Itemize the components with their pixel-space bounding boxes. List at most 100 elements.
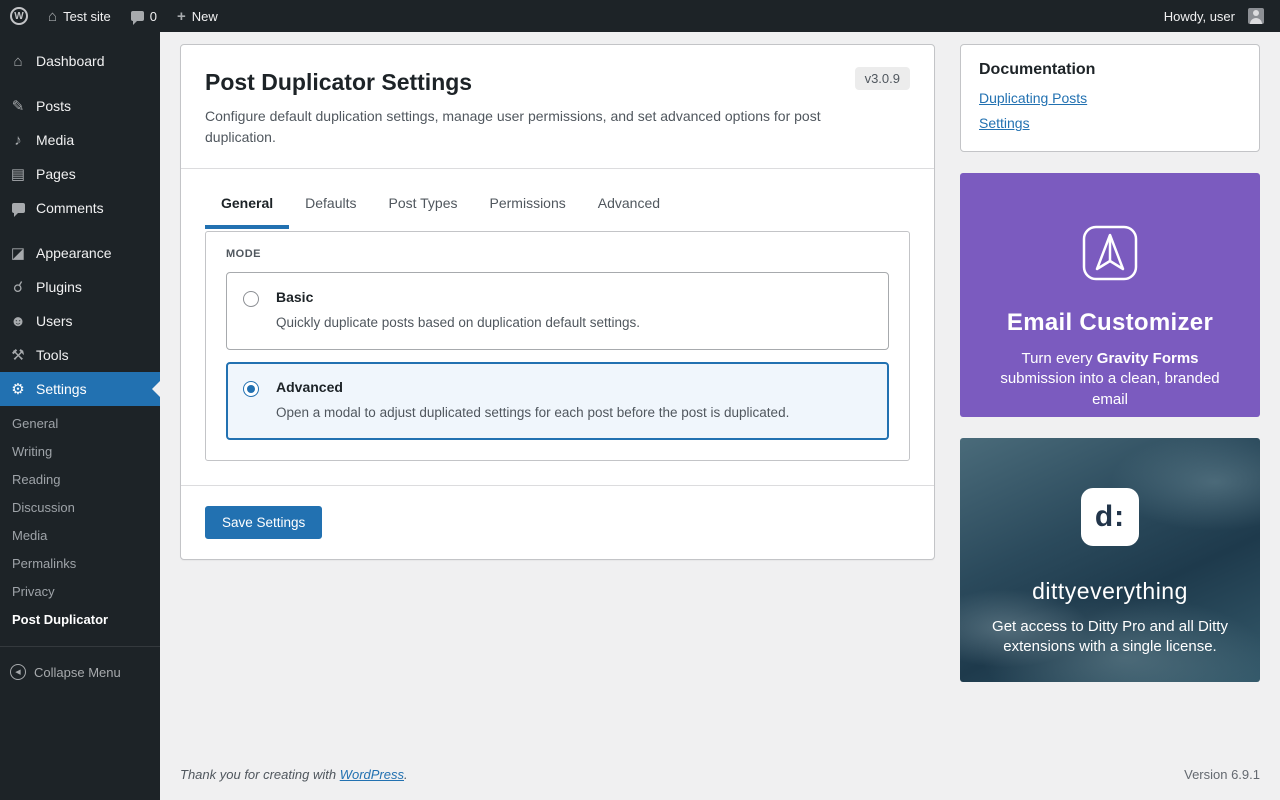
pages-icon xyxy=(8,165,28,183)
sidebar-item-label: Pages xyxy=(36,166,76,182)
sidebar-item-dashboard[interactable]: Dashboard xyxy=(0,44,160,78)
settings-tabs: General Defaults Post Types Permissions … xyxy=(181,169,934,229)
sidebar-item-label: Appearance xyxy=(36,245,112,261)
documentation-title: Documentation xyxy=(979,61,1241,79)
sidebar-item-label: Plugins xyxy=(36,279,82,295)
sidebar-item-plugins[interactable]: Plugins xyxy=(0,270,160,304)
tools-icon xyxy=(8,346,28,364)
sidebar-item-media[interactable]: Media xyxy=(0,123,160,157)
plugins-icon xyxy=(8,278,28,296)
users-icon xyxy=(8,313,28,330)
collapse-arrow-icon: ◀ xyxy=(10,664,26,680)
menu-separator xyxy=(0,225,160,236)
sidebar-item-pages[interactable]: Pages xyxy=(0,157,160,191)
menu-separator xyxy=(0,78,160,89)
sidebar-item-label: Dashboard xyxy=(36,53,105,69)
plus-icon: + xyxy=(177,8,186,25)
comments-count: 0 xyxy=(150,9,157,24)
submenu-item-privacy[interactable]: Privacy xyxy=(0,578,160,606)
basic-label: Basic xyxy=(276,289,640,305)
doc-link-duplicating-posts[interactable]: Duplicating Posts xyxy=(979,90,1087,106)
version-badge: v3.0.9 xyxy=(855,67,910,90)
avatar xyxy=(1248,8,1264,24)
appearance-icon xyxy=(8,244,28,262)
footer-version: Version 6.9.1 xyxy=(1184,767,1260,782)
wordpress-logo-icon: W xyxy=(10,7,28,25)
comments-icon xyxy=(8,203,28,213)
howdy-account-link[interactable]: Howdy, user xyxy=(1154,0,1274,32)
sidebar-item-label: Users xyxy=(36,313,73,329)
collapse-menu-button[interactable]: ◀ Collapse Menu xyxy=(0,655,160,689)
doc-link-settings[interactable]: Settings xyxy=(979,115,1030,131)
paper-plane-icon xyxy=(986,221,1234,285)
comment-bubble-icon xyxy=(131,11,144,21)
submenu-item-general[interactable]: General xyxy=(0,410,160,438)
wp-logo-menu[interactable]: W xyxy=(0,0,38,32)
tab-defaults[interactable]: Defaults xyxy=(289,181,372,229)
settings-card-body: MODE Basic Quickly duplicate posts based… xyxy=(181,229,934,485)
admin-footer: Thank you for creating with WordPress. V… xyxy=(160,753,1280,800)
site-name-link[interactable]: ⌂ Test site xyxy=(38,0,121,32)
settings-card-footer: Save Settings xyxy=(181,485,934,559)
submenu-item-reading[interactable]: Reading xyxy=(0,466,160,494)
sidebar-item-comments[interactable]: Comments xyxy=(0,191,160,225)
option-basic[interactable]: Basic Quickly duplicate posts based on d… xyxy=(226,272,889,350)
sidebar-item-tools[interactable]: Tools xyxy=(0,338,160,372)
advanced-label: Advanced xyxy=(276,379,789,395)
ditty-text: Get access to Ditty Pro and all Ditty ex… xyxy=(986,617,1234,658)
page-title: Post Duplicator Settings xyxy=(205,69,910,96)
new-label: New xyxy=(192,9,218,24)
option-advanced[interactable]: Advanced Open a modal to adjust duplicat… xyxy=(226,362,889,440)
dashboard-icon xyxy=(8,53,28,70)
thanks-text-after: . xyxy=(404,767,408,782)
collapse-menu-label: Collapse Menu xyxy=(34,665,121,680)
email-text-before: Turn every xyxy=(1021,350,1096,367)
sidebar-item-users[interactable]: Users xyxy=(0,304,160,338)
email-customizer-text: Turn every Gravity Forms submission into… xyxy=(986,349,1234,410)
home-icon: ⌂ xyxy=(48,9,57,24)
sidebar-item-label: Tools xyxy=(36,347,69,363)
site-name-label: Test site xyxy=(63,9,111,24)
submenu-item-discussion[interactable]: Discussion xyxy=(0,494,160,522)
submenu-item-post-duplicator[interactable]: Post Duplicator xyxy=(0,606,160,634)
ditty-ad[interactable]: d: dittyeverything Get access to Ditty P… xyxy=(960,438,1260,682)
sidebar-item-label: Settings xyxy=(36,381,87,397)
email-text-after: submission into a clean, branded email xyxy=(1000,370,1219,407)
mode-label: MODE xyxy=(226,248,889,260)
sidebar-item-label: Comments xyxy=(36,200,104,216)
main-content: Post Duplicator Settings v3.0.9 Configur… xyxy=(160,0,1280,800)
sidebar-item-posts[interactable]: Posts xyxy=(0,89,160,123)
documentation-panel: Documentation Duplicating Posts Settings xyxy=(960,44,1260,152)
basic-radio[interactable] xyxy=(243,291,259,307)
page-description: Configure default duplication settings, … xyxy=(205,106,855,148)
comments-shortcut[interactable]: 0 xyxy=(121,0,167,32)
submenu-item-writing[interactable]: Writing xyxy=(0,438,160,466)
sidebar-item-label: Posts xyxy=(36,98,71,114)
sidebar-item-label: Media xyxy=(36,132,74,148)
email-customizer-ad[interactable]: Email Customizer Turn every Gravity Form… xyxy=(960,173,1260,417)
howdy-label: Howdy, user xyxy=(1164,9,1235,24)
tab-general[interactable]: General xyxy=(205,181,289,229)
tab-permissions[interactable]: Permissions xyxy=(474,181,582,229)
sidebar-item-settings[interactable]: Settings xyxy=(0,372,160,406)
thanks-text-before: Thank you for creating with xyxy=(180,767,340,782)
email-text-bold: Gravity Forms xyxy=(1097,350,1199,367)
mode-panel: MODE Basic Quickly duplicate posts based… xyxy=(205,231,910,461)
new-content-button[interactable]: + New xyxy=(167,0,228,32)
save-settings-button[interactable]: Save Settings xyxy=(205,506,322,539)
advanced-radio[interactable] xyxy=(243,381,259,397)
settings-card: Post Duplicator Settings v3.0.9 Configur… xyxy=(180,44,935,560)
submenu-item-permalinks[interactable]: Permalinks xyxy=(0,550,160,578)
submenu-item-media[interactable]: Media xyxy=(0,522,160,550)
footer-thanks: Thank you for creating with WordPress. xyxy=(180,767,408,782)
sidebar-item-appearance[interactable]: Appearance xyxy=(0,236,160,270)
settings-submenu: General Writing Reading Discussion Media… xyxy=(0,406,160,647)
tab-advanced[interactable]: Advanced xyxy=(582,181,676,229)
tab-post-types[interactable]: Post Types xyxy=(373,181,474,229)
posts-icon xyxy=(8,97,28,115)
advanced-description: Open a modal to adjust duplicated settin… xyxy=(276,404,789,423)
wordpress-link[interactable]: WordPress xyxy=(340,767,404,782)
admin-sidebar: Dashboard Posts Media Pages Comments App… xyxy=(0,32,160,800)
ditty-title: dittyeverything xyxy=(986,578,1234,605)
admin-bar: W ⌂ Test site 0 + New Howdy, user xyxy=(0,0,1280,32)
